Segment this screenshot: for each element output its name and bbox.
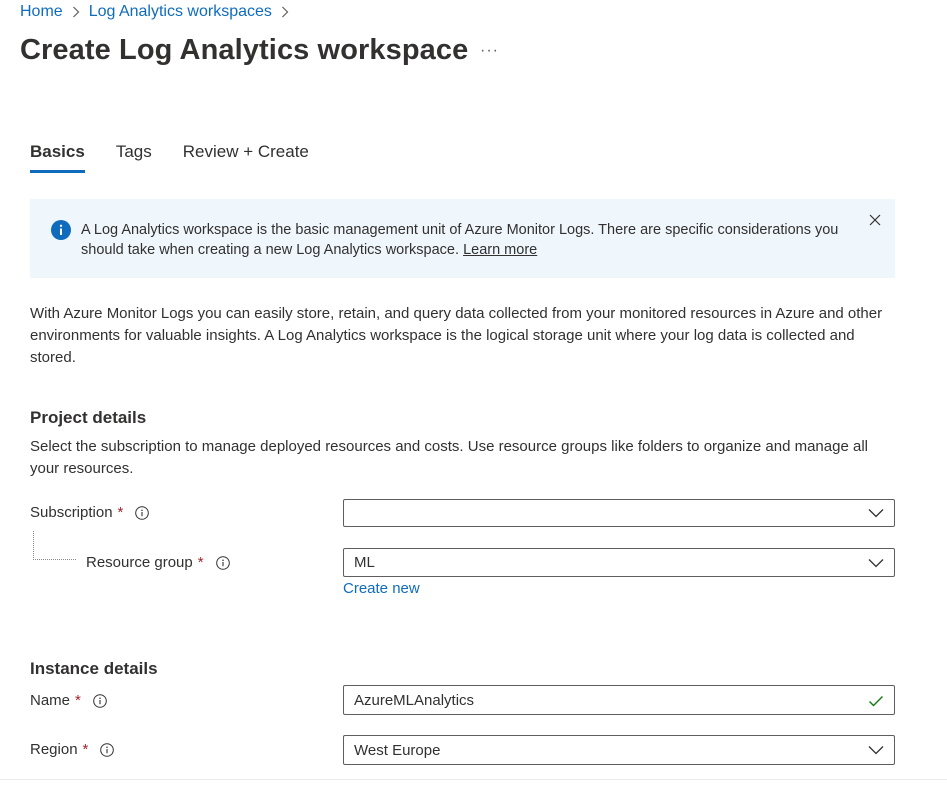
checkmark-icon <box>868 695 884 707</box>
name-label: Name * <box>30 692 107 709</box>
info-icon <box>51 220 71 240</box>
info-icon[interactable] <box>215 555 230 570</box>
info-banner: A Log Analytics workspace is the basic m… <box>30 199 895 278</box>
chevron-down-icon <box>868 558 884 568</box>
tab-bar: Basics Tags Review + Create <box>30 142 340 173</box>
create-new-link[interactable]: Create new <box>343 580 420 597</box>
breadcrumb-log-analytics-workspaces[interactable]: Log Analytics workspaces <box>89 3 272 21</box>
breadcrumb-home[interactable]: Home <box>20 3 63 21</box>
tab-review-create[interactable]: Review + Create <box>183 142 309 173</box>
project-details-heading: Project details <box>30 408 147 427</box>
subscription-label: Subscription * <box>30 504 150 521</box>
required-indicator: * <box>75 692 81 709</box>
chevron-right-icon <box>281 6 289 18</box>
learn-more-link[interactable]: Learn more <box>463 242 537 258</box>
resource-group-dropdown[interactable]: ML <box>343 548 895 577</box>
info-icon[interactable] <box>135 505 150 520</box>
region-value: West Europe <box>354 741 441 759</box>
close-icon[interactable] <box>869 213 881 226</box>
page-title: Create Log Analytics workspace <box>20 34 469 66</box>
banner-message: A Log Analytics workspace is the basic m… <box>81 220 851 260</box>
name-value: AzureMLAnalytics <box>354 691 475 709</box>
banner-text: A Log Analytics workspace is the basic m… <box>81 222 839 258</box>
chevron-down-icon <box>868 745 884 755</box>
hierarchy-connector <box>33 531 76 560</box>
required-indicator: * <box>117 504 124 521</box>
chevron-down-icon <box>868 508 884 518</box>
resource-group-label-text: Resource group <box>86 554 193 571</box>
name-label-text: Name <box>30 692 71 709</box>
tab-tags[interactable]: Tags <box>116 142 152 173</box>
footer-divider <box>0 779 947 780</box>
info-icon[interactable] <box>93 693 107 708</box>
project-details-description: Select the subscription to manage deploy… <box>30 438 868 477</box>
name-input[interactable]: AzureMLAnalytics <box>343 685 895 715</box>
required-indicator: * <box>82 741 89 758</box>
instance-details-heading: Instance details <box>30 659 158 678</box>
subscription-label-text: Subscription <box>30 504 113 521</box>
region-label: Region * <box>30 741 115 758</box>
breadcrumb: Home Log Analytics workspaces <box>20 3 298 21</box>
required-indicator: * <box>197 554 204 571</box>
more-options-button[interactable]: ··· <box>480 42 499 60</box>
region-label-text: Region <box>30 741 78 758</box>
chevron-right-icon <box>72 6 80 18</box>
resource-group-value: ML <box>354 554 375 571</box>
intro-text: With Azure Monitor Logs you can easily s… <box>30 305 883 366</box>
info-icon[interactable] <box>100 742 115 757</box>
region-dropdown[interactable]: West Europe <box>343 735 895 765</box>
subscription-dropdown[interactable] <box>343 499 895 527</box>
resource-group-label: Resource group * <box>86 554 230 571</box>
tab-basics[interactable]: Basics <box>30 142 85 173</box>
